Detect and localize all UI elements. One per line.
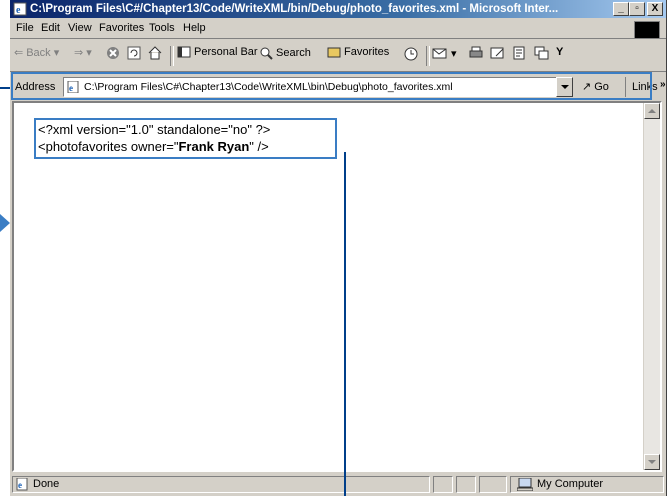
forward-arrow-icon: ⇒ (74, 47, 84, 59)
xml-owner-value: Frank Ryan (178, 139, 250, 154)
refresh-button[interactable] (127, 46, 141, 60)
home-icon (148, 46, 162, 60)
messenger-button[interactable] (534, 46, 550, 60)
favorites-button[interactable]: Favorites (327, 46, 389, 58)
stop-button[interactable] (106, 46, 120, 60)
svg-text:e: e (18, 480, 22, 490)
menu-tools[interactable]: Tools (149, 22, 175, 34)
menu-view[interactable]: View (68, 22, 92, 34)
chevron-down-icon: ▾ (86, 47, 92, 59)
edit-icon (490, 47, 504, 59)
scroll-down-button[interactable] (644, 454, 660, 470)
menu-bar: File Edit View Favorites Tools Help (10, 19, 666, 39)
back-label: Back (26, 46, 51, 59)
browser-window: e C:\Program Files\C#/Chapter13/Code/Wri… (10, 0, 667, 496)
search-button[interactable]: Search (259, 46, 311, 60)
status-text-panel: e Done (12, 476, 430, 493)
history-button[interactable] (403, 46, 419, 62)
zone-panel: My Computer (510, 476, 664, 493)
search-icon (260, 47, 273, 60)
personal-bar-button[interactable]: Personal Bar (177, 46, 258, 58)
print-button[interactable] (468, 46, 484, 60)
related-icon: Y (556, 46, 564, 58)
status-cell (456, 476, 476, 493)
stop-icon (107, 47, 119, 59)
scroll-up-button[interactable] (644, 103, 660, 119)
title-bar[interactable]: e C:\Program Files\C#/Chapter13/Code/Wri… (10, 0, 666, 18)
back-button[interactable]: ⇐ Back ▾ (14, 46, 60, 60)
search-label: Search (276, 47, 311, 59)
discuss-icon (513, 46, 525, 60)
forward-button[interactable]: ⇒ ▾ (74, 46, 92, 59)
status-bar: e Done My Computer (10, 474, 666, 496)
page-icon: e (16, 478, 28, 491)
menu-help[interactable]: Help (183, 22, 206, 34)
xml-element-open: <photofavorites owner=" (38, 139, 179, 154)
mail-button[interactable]: ▾ (432, 46, 457, 60)
home-button[interactable] (148, 46, 162, 60)
window-title: C:\Program Files\C#/Chapter13/Code/Write… (30, 3, 559, 15)
menu-favorites[interactable]: Favorites (99, 22, 144, 34)
windows-logo-icon (634, 21, 660, 39)
toolbar-divider (426, 46, 430, 66)
history-icon (404, 47, 418, 61)
xml-content: <?xml version="1.0" standalone="no" ?> <… (38, 121, 270, 155)
chevron-down-icon: ▾ (451, 47, 457, 60)
status-cell (433, 476, 453, 493)
mail-icon (432, 48, 447, 59)
address-callout-highlight (11, 72, 652, 100)
svg-text:e: e (16, 5, 21, 16)
menu-file[interactable]: File (16, 22, 34, 34)
messenger-icon (534, 46, 549, 60)
toolbar-divider (170, 46, 174, 66)
menu-edit[interactable]: Edit (41, 22, 60, 34)
favorites-label: Favorites (344, 46, 390, 58)
discuss-button[interactable] (512, 46, 526, 60)
toolbar: ⇐ Back ▾ ⇒ ▾ Personal Bar Search Favorit… (10, 40, 666, 72)
xml-declaration-line: <?xml version="1.0" standalone="no" ?> (38, 122, 271, 137)
close-button[interactable]: X (647, 2, 663, 16)
chevron-down-icon: ▾ (53, 47, 60, 59)
print-icon (469, 46, 483, 58)
status-text: Done (33, 478, 60, 490)
document-pane[interactable]: <?xml version="1.0" standalone="no" ?> <… (12, 101, 662, 472)
edit-button[interactable] (490, 46, 506, 60)
minimize-button[interactable]: _ (613, 2, 629, 16)
related-button[interactable]: Y (556, 46, 563, 58)
ie-page-icon: e (13, 2, 27, 16)
refresh-icon (127, 46, 141, 60)
favorites-icon (327, 47, 341, 58)
personal-bar-icon (177, 46, 191, 58)
status-cell (479, 476, 507, 493)
vertical-scrollbar[interactable] (643, 103, 660, 470)
back-arrow-icon: ⇐ (14, 47, 24, 59)
zone-text: My Computer (537, 478, 604, 490)
chevron-right-icon[interactable]: » (660, 79, 666, 90)
xml-element-close: " /> (249, 139, 269, 154)
computer-icon (517, 478, 533, 491)
callout-leader-line (344, 152, 346, 496)
personal-bar-label: Personal Bar (194, 46, 258, 58)
maximize-button[interactable]: ▫ (629, 2, 645, 16)
callout-arrow-left (0, 214, 10, 232)
xml-element-line: <photofavorites owner="Frank Ryan" /> (38, 138, 270, 155)
